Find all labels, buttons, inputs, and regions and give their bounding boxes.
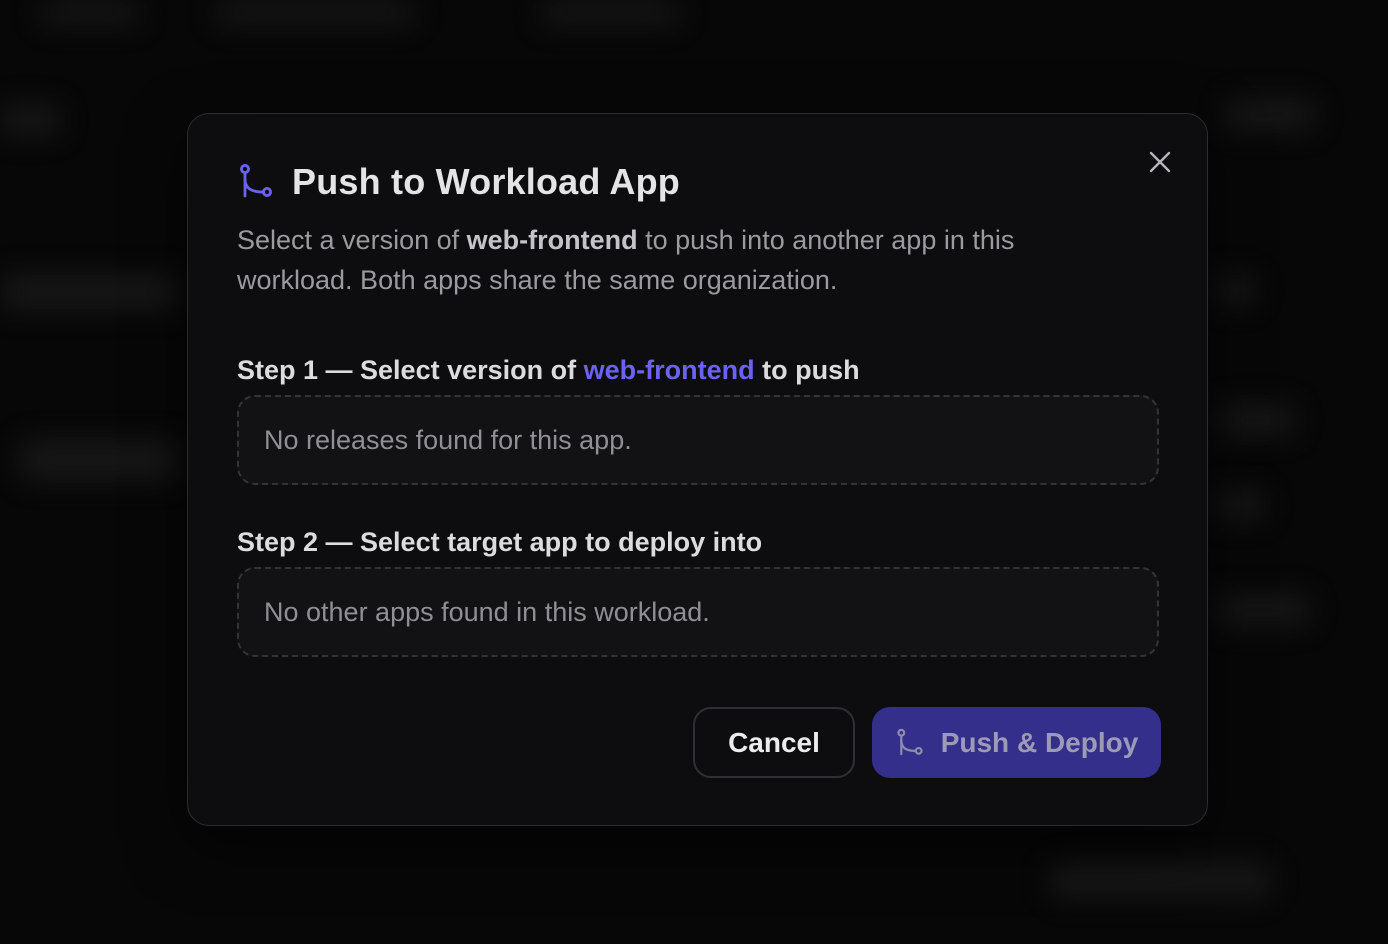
git-branch-icon bbox=[895, 728, 925, 758]
description-app-name: web-frontend bbox=[466, 225, 638, 255]
dialog-description: Select a version of web-frontend to push… bbox=[237, 220, 1137, 300]
cancel-button-label: Cancel bbox=[728, 726, 820, 758]
git-branch-icon bbox=[237, 163, 275, 201]
push-deploy-button[interactable]: Push & Deploy bbox=[872, 707, 1161, 778]
version-empty-state: No releases found for this app. bbox=[237, 395, 1159, 485]
push-deploy-label: Push & Deploy bbox=[940, 726, 1139, 758]
target-app-empty-message: No other apps found in this workload. bbox=[264, 596, 710, 627]
close-button[interactable] bbox=[1148, 150, 1172, 174]
version-empty-message: No releases found for this app. bbox=[264, 424, 632, 455]
step1-label-suffix: to push bbox=[754, 355, 860, 385]
step1-app-name: web-frontend bbox=[583, 355, 755, 385]
dialog-header: Push to Workload App bbox=[237, 161, 680, 202]
description-prefix: Select a version of bbox=[237, 225, 467, 255]
step1-label-prefix: Step 1 — Select version of bbox=[237, 355, 584, 385]
step1-label: Step 1 — Select version of web-frontend … bbox=[237, 355, 860, 386]
step2-label: Step 2 — Select target app to deploy int… bbox=[237, 527, 763, 557]
target-app-empty-state: No other apps found in this workload. bbox=[237, 567, 1159, 657]
cancel-button[interactable]: Cancel bbox=[693, 707, 855, 778]
push-to-workload-dialog: Push to Workload App Select a version of… bbox=[187, 113, 1208, 826]
close-icon bbox=[1149, 151, 1171, 173]
dialog-title: Push to Workload App bbox=[292, 161, 680, 202]
